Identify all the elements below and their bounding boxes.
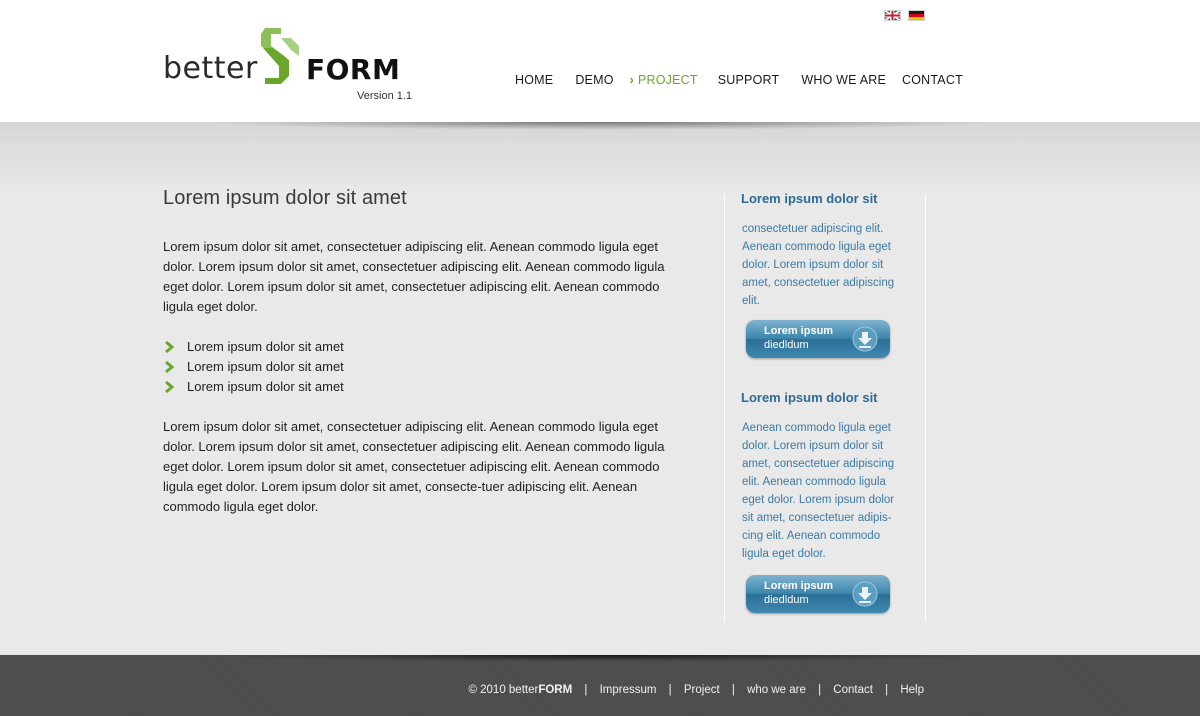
download-icon <box>852 326 878 352</box>
header-band <box>0 122 1200 192</box>
list-item-label: Lorem ipsum dolor sit amet <box>187 359 344 374</box>
logo-text-form: FORM <box>306 53 401 86</box>
footer-separator: | <box>885 684 889 696</box>
page-title: Lorem ipsum dolor sit amet <box>163 187 407 209</box>
bullet-list: Lorem ipsum dolor sit amet Lorem ipsum d… <box>163 337 673 397</box>
logo[interactable]: better FORM Version 1.1 <box>163 28 423 108</box>
footer-link-who-we-are[interactable]: who we are <box>747 684 806 696</box>
nav-support[interactable]: SUPPORT <box>718 73 780 87</box>
header-shadow <box>200 122 1000 130</box>
sidebar-block-title: Lorem ipsum dolor sit <box>741 191 878 206</box>
nav-demo[interactable]: DEMO <box>575 73 613 87</box>
download-button-sublabel: diedldum <box>764 594 809 606</box>
sidebar-block-title: Lorem ipsum dolor sit <box>741 390 878 405</box>
footer-separator: | <box>818 684 822 696</box>
footer-links: © 2010 betterFORM | Impressum | Project … <box>468 684 924 696</box>
sidebar: Lorem ipsum dolor sit consectetuer adipi… <box>724 191 926 622</box>
download-icon <box>852 581 878 607</box>
footer-link-project[interactable]: Project <box>684 684 720 696</box>
download-button[interactable]: Lorem ipsum diedldum <box>746 320 890 358</box>
logo-version: Version 1.1 <box>357 90 413 102</box>
intro-paragraph: Lorem ipsum dolor sit amet, consectetuer… <box>163 239 665 314</box>
main-nav: HOME DEMO › PROJECT SUPPORT WHO WE ARE CO… <box>515 73 963 87</box>
list-item: Lorem ipsum dolor sit amet <box>163 337 673 357</box>
sidebar-block-2: Lorem ipsum dolor sit Aenean commodo lig… <box>741 390 906 613</box>
language-switcher <box>884 10 925 21</box>
download-button-sublabel: diedldum <box>764 339 809 351</box>
main-content: Lorem ipsum dolor sit amet Lorem ipsum d… <box>163 187 673 517</box>
chevron-right-icon <box>165 380 175 394</box>
site-header: better FORM Version 1.1 HOME DEMO › PROJE… <box>0 0 1200 122</box>
sidebar-block-text: consectetuer adipiscing elit. Aenean com… <box>742 223 895 307</box>
footer-separator: | <box>731 684 735 696</box>
nav-home[interactable]: HOME <box>515 73 553 87</box>
footer-link-impressum[interactable]: Impressum <box>600 684 657 696</box>
nav-who-we-are[interactable]: WHO WE ARE <box>801 73 886 87</box>
body-paragraph: Lorem ipsum dolor sit amet, consectetuer… <box>163 419 665 514</box>
nav-active-arrow-icon: › <box>629 73 634 87</box>
logo-text-better: better <box>163 51 258 86</box>
list-item: Lorem ipsum dolor sit amet <box>163 357 673 377</box>
list-item: Lorem ipsum dolor sit amet <box>163 377 673 397</box>
footer-link-help[interactable]: Help <box>900 684 924 696</box>
betterform-logo-icon <box>261 28 299 84</box>
download-button[interactable]: Lorem ipsum diedldum <box>746 575 890 613</box>
english-flag-icon[interactable] <box>884 10 901 21</box>
download-button-label: Lorem ipsum <box>764 325 834 337</box>
copyright-brand: FORM <box>538 684 573 696</box>
chevron-right-icon <box>165 360 175 374</box>
list-item-label: Lorem ipsum dolor sit amet <box>187 339 344 354</box>
copyright: © 2010 betterFORM <box>468 684 572 696</box>
sidebar-block-text: Aenean commodo ligula eget dolor. Lorem … <box>742 422 895 560</box>
footer-shadow <box>200 655 1000 662</box>
nav-project-label: PROJECT <box>638 73 698 87</box>
download-button-label: Lorem ipsum <box>764 580 834 592</box>
footer-separator: | <box>668 684 672 696</box>
site-footer: © 2010 betterFORM | Impressum | Project … <box>0 655 1200 716</box>
nav-contact[interactable]: CONTACT <box>902 73 963 87</box>
list-item-label: Lorem ipsum dolor sit amet <box>187 379 344 394</box>
sidebar-block-1: Lorem ipsum dolor sit consectetuer adipi… <box>741 191 906 358</box>
nav-project[interactable]: › PROJECT <box>630 73 698 87</box>
footer-link-contact[interactable]: Contact <box>833 684 873 696</box>
copyright-text: © 2010 better <box>468 684 539 696</box>
german-flag-icon[interactable] <box>908 10 925 21</box>
chevron-right-icon <box>165 340 175 354</box>
footer-separator: | <box>584 684 588 696</box>
